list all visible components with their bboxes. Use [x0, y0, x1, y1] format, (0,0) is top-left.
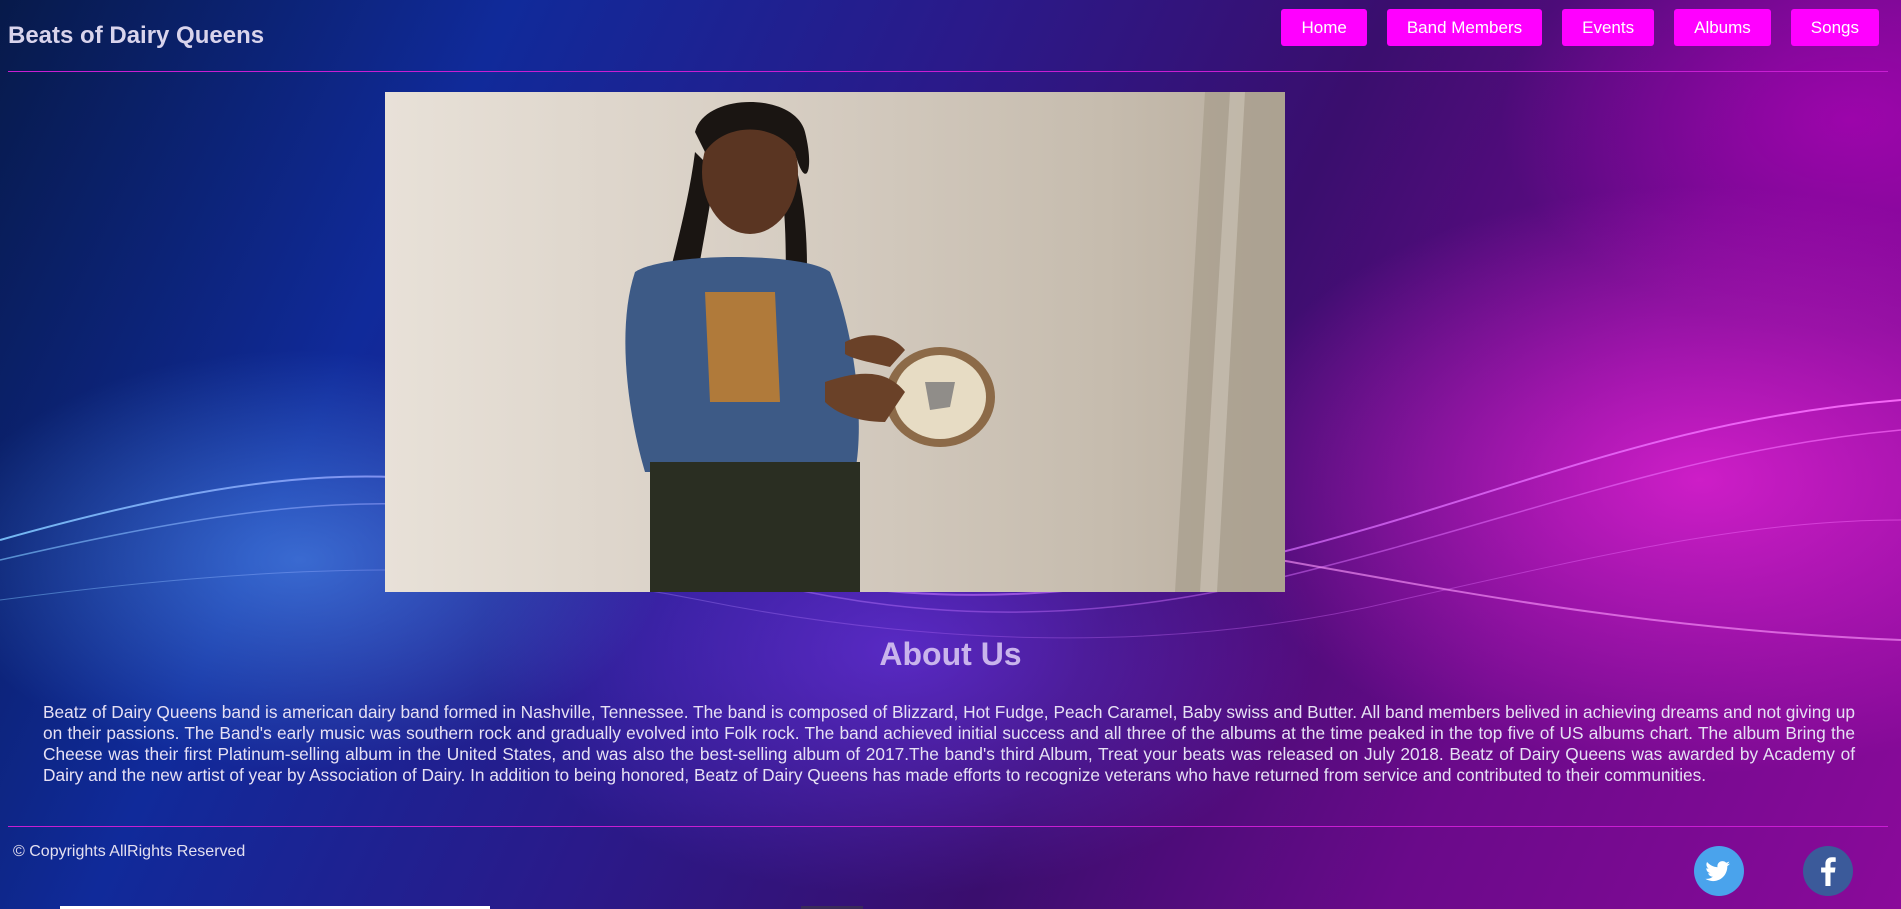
nav-band-members-button[interactable]: Band Members — [1386, 9, 1543, 46]
hero-photo-illustration — [625, 92, 1285, 592]
copyright-text: © Copyrights AllRights Reserved — [13, 843, 246, 860]
hero-photo — [385, 92, 1285, 592]
site-title: Beats of Dairy Queens — [8, 22, 265, 49]
footer-divider — [8, 826, 1888, 827]
about-heading: About Us — [879, 636, 1022, 672]
nav-home-button[interactable]: Home — [1281, 9, 1367, 46]
header-divider — [8, 71, 1888, 72]
nav-albums-button[interactable]: Albums — [1674, 9, 1771, 46]
twitter-icon[interactable] — [1694, 846, 1744, 896]
nav-events-button[interactable]: Events — [1562, 9, 1655, 46]
main-nav: Home Band Members Events Albums Songs — [1281, 9, 1879, 46]
facebook-icon[interactable] — [1803, 846, 1853, 896]
site-header: Beats of Dairy Queens Home Band Members … — [0, 0, 1901, 72]
nav-songs-button[interactable]: Songs — [1790, 9, 1879, 46]
about-paragraph: Beatz of Dairy Queens band is american d… — [43, 702, 1855, 785]
